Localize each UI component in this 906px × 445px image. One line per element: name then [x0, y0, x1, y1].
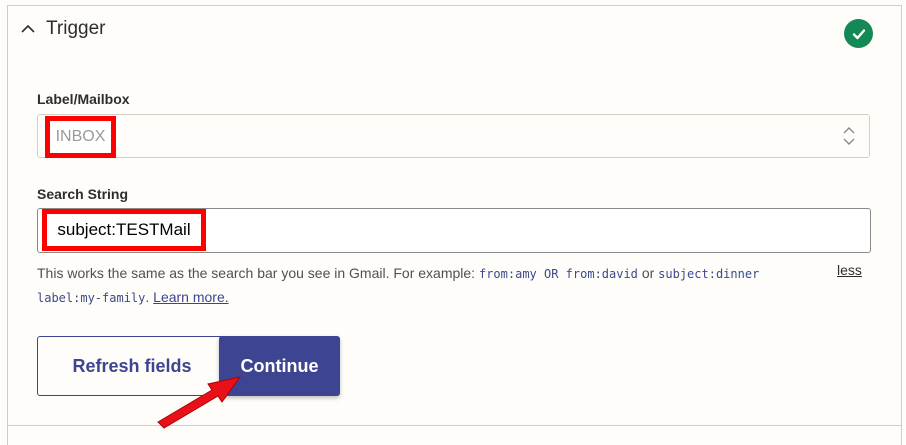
section-header[interactable]: Trigger: [20, 18, 105, 40]
label-mailbox-select[interactable]: [37, 114, 870, 158]
less-link[interactable]: less: [837, 262, 862, 278]
learn-more-link[interactable]: Learn more.: [153, 289, 228, 305]
chevron-up-icon[interactable]: [20, 21, 36, 37]
check-circle-icon: [844, 19, 873, 48]
select-updown-icon[interactable]: [842, 125, 856, 147]
divider: [7, 425, 902, 426]
label-mailbox-label: Label/Mailbox: [37, 91, 130, 107]
example-subject: subject:dinner: [658, 267, 760, 281]
section-title: Trigger: [46, 18, 106, 39]
search-string-value[interactable]: subject:TESTMail: [42, 209, 206, 251]
help-period: .: [145, 289, 150, 305]
label-mailbox-value[interactable]: INBOX: [45, 116, 116, 158]
help-or: or: [641, 265, 655, 281]
search-string-label: Search String: [37, 186, 129, 202]
help-text: This works the same as the search bar yo…: [37, 262, 837, 310]
annotation-arrow-icon: [157, 376, 242, 429]
example-from: from:amy OR from:david: [478, 267, 638, 281]
help-description: This works the same as the search bar yo…: [37, 265, 476, 281]
example-label: label:my-family: [37, 291, 146, 305]
